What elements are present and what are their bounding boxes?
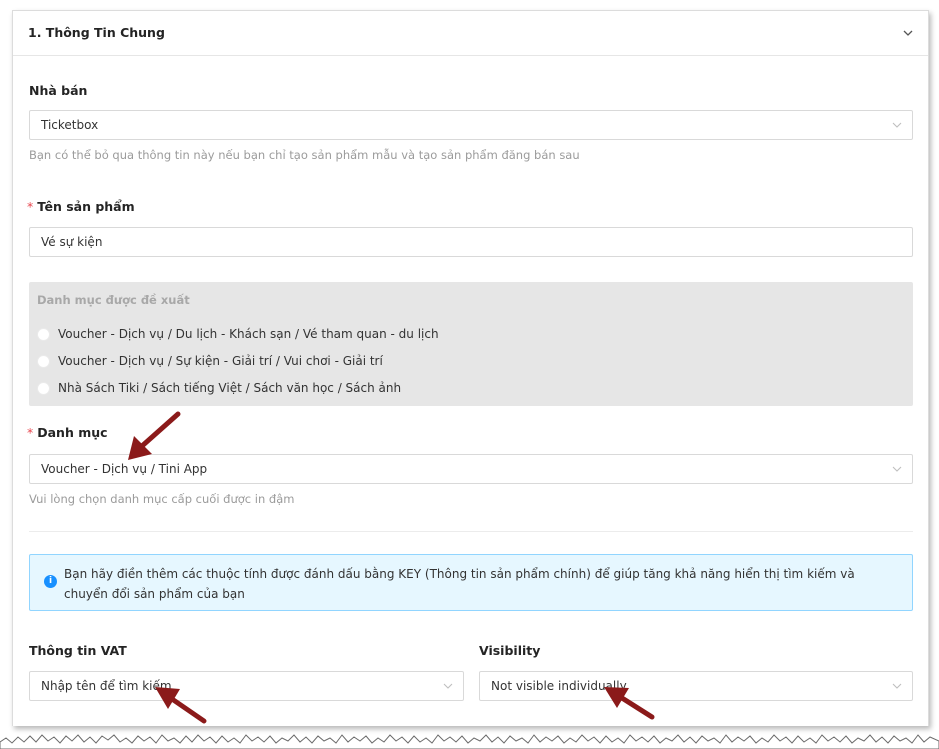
chevron-down-icon	[892, 122, 902, 128]
radio-button[interactable]	[37, 328, 50, 341]
radio-button[interactable]	[37, 355, 50, 368]
product-name-input[interactable]: Vé sự kiện	[29, 227, 913, 257]
product-name-label-text: Tên sản phẩm	[37, 199, 135, 214]
info-alert: i Bạn hãy điền thêm các thuộc tính được …	[29, 554, 913, 611]
product-name-value: Vé sự kiện	[41, 235, 103, 249]
suggested-categories-panel: Danh mục được đề xuất Voucher - Dịch vụ …	[29, 282, 913, 406]
required-mark: *	[27, 425, 34, 440]
section-title: 1. Thông Tin Chung	[28, 25, 165, 40]
category-label-text: Danh mục	[37, 425, 108, 440]
product-name-label: * Tên sản phẩm	[27, 199, 135, 214]
general-info-card: 1. Thông Tin Chung Nhà bán Ticketbox Bạn…	[12, 10, 929, 726]
torn-edge	[0, 734, 939, 749]
chevron-down-icon[interactable]	[902, 27, 914, 39]
info-alert-text: Bạn hãy điền thêm các thuộc tính được đá…	[64, 567, 855, 601]
info-icon: i	[44, 575, 57, 588]
visibility-select[interactable]: Not visible individually	[479, 671, 913, 701]
suggested-category-label: Nhà Sách Tiki / Sách tiếng Việt / Sách v…	[58, 381, 402, 395]
seller-help-text: Bạn có thể bỏ qua thông tin này nếu bạn …	[29, 148, 580, 162]
category-help-text: Vui lòng chọn danh mục cấp cuối được in …	[29, 492, 295, 506]
suggested-category-label: Voucher - Dịch vụ / Du lịch - Khách sạn …	[58, 327, 439, 341]
vat-search-select[interactable]: Nhập tên để tìm kiếm	[29, 671, 464, 701]
radio-button[interactable]	[37, 382, 50, 395]
annotation-arrow-icon	[128, 411, 181, 460]
suggested-category-label: Voucher - Dịch vụ / Sự kiện - Giải trí /…	[58, 354, 383, 368]
divider	[29, 531, 913, 532]
chevron-down-icon	[892, 683, 902, 689]
seller-label: Nhà bán	[29, 83, 88, 98]
chevron-down-icon	[443, 683, 453, 689]
seller-value: Ticketbox	[41, 118, 99, 132]
visibility-label: Visibility	[479, 643, 541, 658]
seller-select[interactable]: Ticketbox	[29, 110, 913, 140]
vat-label: Thông tin VAT	[29, 643, 127, 658]
required-mark: *	[27, 199, 34, 214]
suggested-categories-title: Danh mục được đề xuất	[37, 293, 190, 307]
chevron-down-icon	[892, 466, 902, 472]
section-header[interactable]: 1. Thông Tin Chung	[13, 11, 928, 56]
category-label: * Danh mục	[27, 425, 108, 440]
